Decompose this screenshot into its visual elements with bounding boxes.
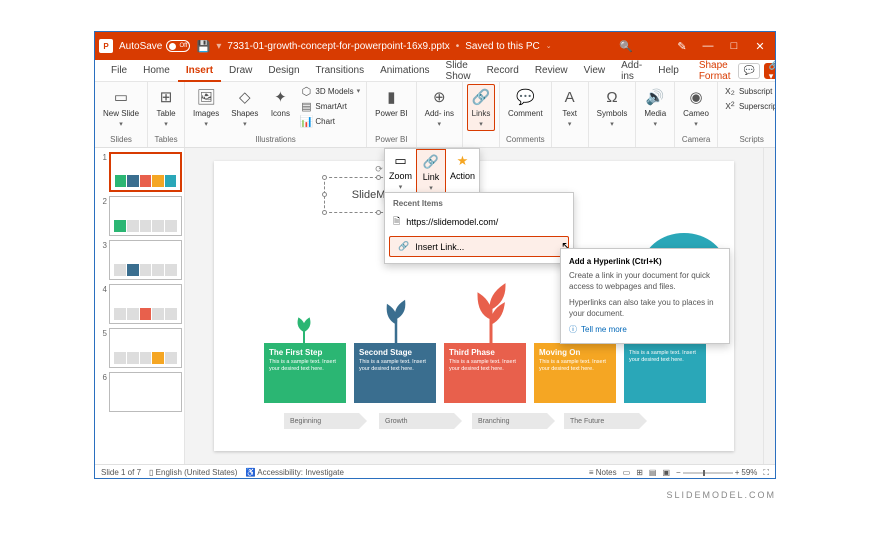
card-1: The First StepThis is a sample text. Ins… [264,343,346,403]
tab-slideshow[interactable]: Slide Show [438,60,479,81]
app-window: P AutoSave Off 💾 ▾ 7331-01-growth-concep… [94,31,776,479]
3d-models-button[interactable]: ⬡3D Models ▾ [298,84,362,98]
accessibility-status[interactable]: ♿ Accessibility: Investigate [245,468,343,477]
tab-file[interactable]: File [103,60,135,81]
thumbnail-1[interactable]: 1 [97,152,182,192]
tooltip-title: Add a Hyperlink (Ctrl+K) [569,257,721,266]
addins-button[interactable]: ⊕Add- ins▾ [421,84,458,131]
close-icon[interactable]: ✕ [753,39,767,53]
fit-icon[interactable]: ⛶ [763,468,769,478]
plant-icon [289,313,319,343]
ribbon-tabs: File Home Insert Draw Design Transitions… [95,60,775,82]
tooltip-body: Create a link in your document for quick… [569,270,721,292]
tab-home[interactable]: Home [135,60,178,81]
table-button[interactable]: ⊞Table▾ [152,84,180,131]
recent-link-item[interactable]: 🗎https://slidemodel.com/ [385,210,573,234]
chart-button[interactable]: 📊Chart [298,114,362,128]
ribbon: ▭New Slide▾ Slides ⊞Table▾ Tables 🖼Image… [95,82,775,148]
thumbnail-6[interactable]: 6 [97,372,182,412]
tab-help[interactable]: Help [650,60,687,81]
save-icon[interactable]: 💾 [196,39,210,53]
thumbnail-3[interactable]: 3 [97,240,182,280]
card-3: Third PhaseThis is a sample text. Insert… [444,343,526,403]
arrow-4: The Future [564,413,639,429]
media-button[interactable]: 🔊Media▾ [640,84,670,131]
link-dropdown: Recent Items 🗎https://slidemodel.com/ 🔗I… [384,192,574,264]
tab-shape-format[interactable]: Shape Format [691,60,739,81]
smartart-button[interactable]: ▤SmartArt [298,99,362,113]
arrow-1: Beginning [284,413,359,429]
arrow-2: Growth [379,413,454,429]
status-bar: Slide 1 of 7 ▯ English (United States) ♿… [95,464,775,479]
images-button[interactable]: 🖼Images▾ [189,84,223,131]
arrow-3: Branching [472,413,547,429]
app-icon: P [99,39,113,53]
tab-view[interactable]: View [576,60,614,81]
symbols-button[interactable]: ΩSymbols▾ [593,84,632,131]
plant-icon [379,298,414,343]
tab-animations[interactable]: Animations [372,60,437,81]
minimize-icon[interactable]: — [701,39,715,53]
tell-me-more-link[interactable]: ⓘTell me more [569,324,721,335]
zoom-control[interactable]: −+59% [676,468,757,477]
view-normal-icon[interactable]: ▭ [623,468,631,477]
view-reading-icon[interactable]: ▤ [649,468,657,477]
card-5: This is a sample text. Insert your desir… [624,343,706,403]
thumbnail-panel[interactable]: 1 2 3 4 5 6 [95,148,185,464]
tab-draw[interactable]: Draw [221,60,260,81]
text-button[interactable]: AText▾ [556,84,584,131]
zoom-option[interactable]: ▭Zoom▾ [385,149,416,197]
view-sorter-icon[interactable]: ⊞ [636,468,643,477]
info-icon: ⓘ [569,324,577,335]
new-slide-button[interactable]: ▭New Slide▾ [99,84,143,131]
document-icon: 🗎 [393,214,400,230]
card-4: Moving OnThis is a sample text. Insert y… [534,343,616,403]
comment-button[interactable]: 💬Comment [504,84,547,121]
links-button[interactable]: 🔗Links▾ [467,84,495,131]
tab-insert[interactable]: Insert [178,61,221,82]
tooltip-body: Hyperlinks can also take you to places i… [569,297,721,319]
tab-addins[interactable]: Add-ins [613,60,650,81]
link-icon: 🔗 [398,241,409,252]
notes-button[interactable]: ≡ Notes [589,468,617,477]
link-option[interactable]: 🔗Link▾ [416,149,446,197]
card-2: Second StageThis is a sample text. Inser… [354,343,436,403]
draw-icon[interactable]: ✎ [675,39,689,53]
vertical-scrollbar[interactable] [763,148,775,464]
hyperlink-tooltip: Add a Hyperlink (Ctrl+K) Create a link i… [560,248,730,344]
recent-items-header: Recent Items [385,197,573,210]
autosave-toggle[interactable]: Off [166,40,190,52]
powerbi-button[interactable]: ▮Power BI [371,84,411,121]
cameo-button[interactable]: ◉Cameo▾ [679,84,713,131]
tab-review[interactable]: Review [527,60,576,81]
tab-record[interactable]: Record [479,60,527,81]
watermark: SLIDEMODEL.COM [666,490,776,500]
search-icon[interactable]: 🔍 [619,39,633,53]
thumbnail-2[interactable]: 2 [97,196,182,236]
document-title: 7331-01-growth-concept-for-powerpoint-16… [227,41,449,52]
links-gallery-dropdown: ▭Zoom▾ 🔗Link▾ ★Action [384,148,480,198]
maximize-icon[interactable]: □ [727,39,741,53]
share-button[interactable]: 🔗 ▾ [764,63,776,79]
action-option[interactable]: ★Action [446,149,479,197]
comments-toggle[interactable]: 💬 [738,63,759,79]
thumbnail-4[interactable]: 4 [97,284,182,324]
slide-counter: Slide 1 of 7 [101,468,141,477]
superscript-button[interactable]: x²Superscript [722,99,776,113]
tab-design[interactable]: Design [260,60,307,81]
shapes-button[interactable]: ◇Shapes▾ [227,84,262,131]
insert-link-item[interactable]: 🔗Insert Link... [389,236,569,257]
subscript-button[interactable]: x₂Subscript [722,84,776,98]
autosave-label: AutoSave [119,41,162,52]
view-slideshow-icon[interactable]: ▣ [662,468,670,477]
language-status[interactable]: ▯ English (United States) [149,468,237,477]
title-bar: P AutoSave Off 💾 ▾ 7331-01-growth-concep… [95,32,775,60]
save-status: Saved to this PC [465,41,539,52]
tab-transitions[interactable]: Transitions [308,60,373,81]
thumbnail-5[interactable]: 5 [97,328,182,368]
plant-icon [469,283,514,343]
icons-button[interactable]: ✦Icons [266,84,294,121]
